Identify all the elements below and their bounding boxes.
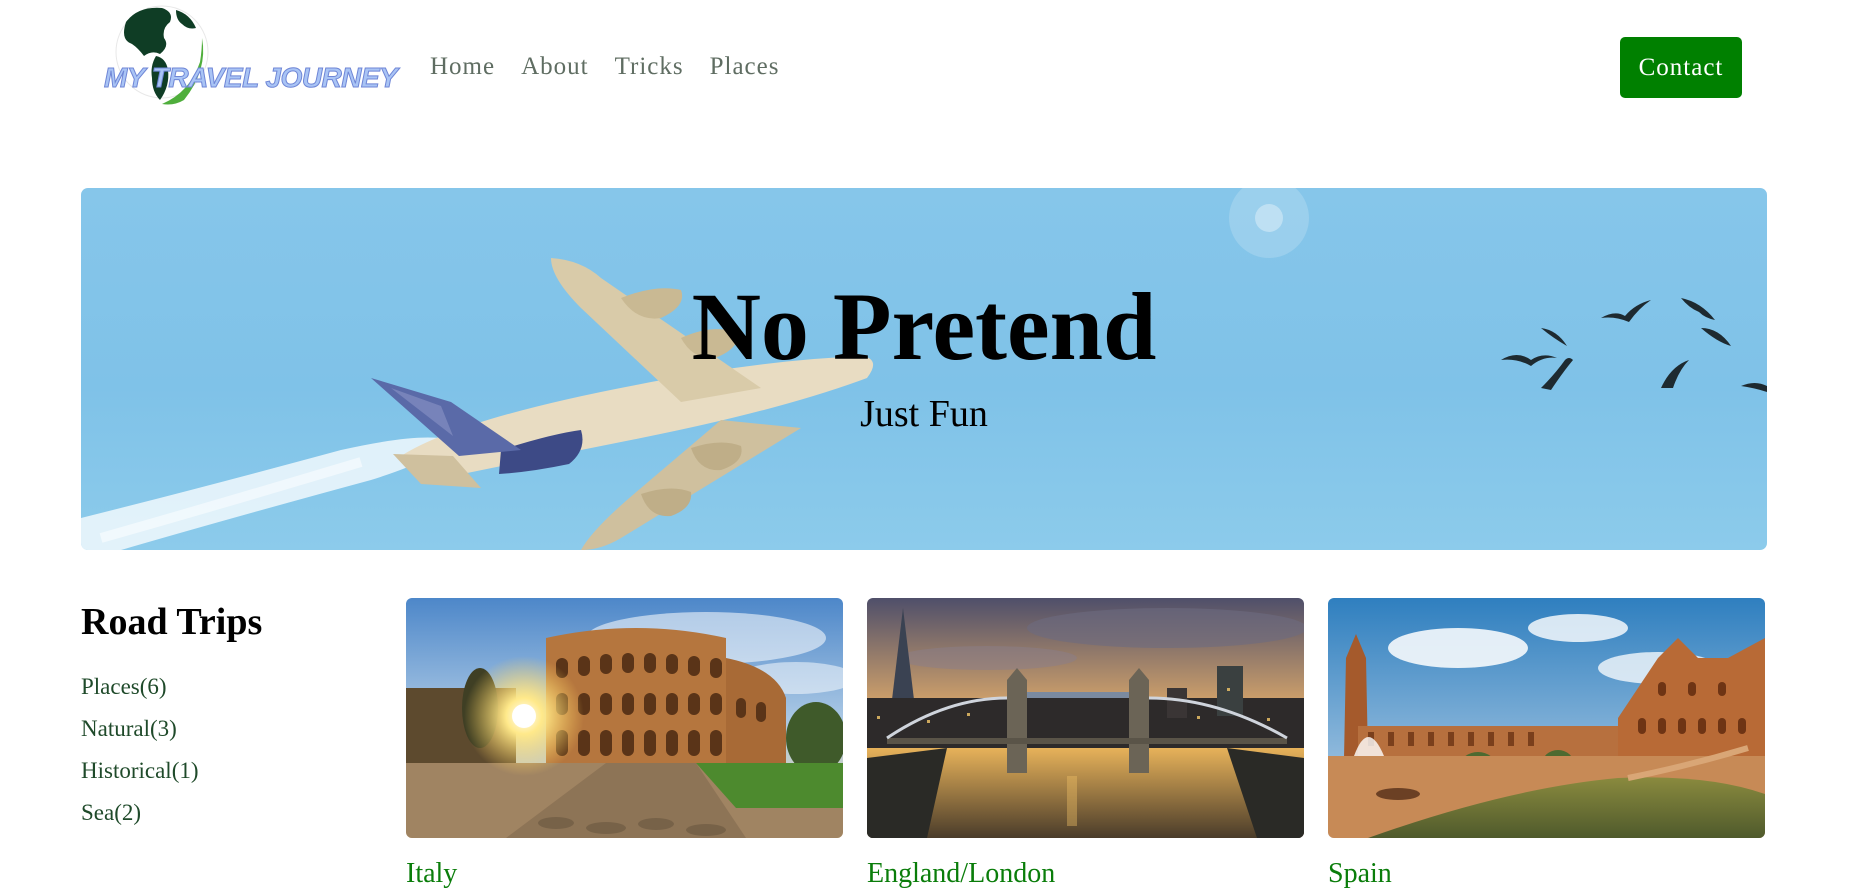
card-caption-italy[interactable]: Italy <box>406 858 843 890</box>
site-logo[interactable]: MY TRAVEL JOURNEY <box>103 0 398 108</box>
place-card-england[interactable]: England/London <box>867 598 1304 890</box>
place-card-spain[interactable]: Spain <box>1328 598 1765 890</box>
tower-bridge-photo[interactable] <box>867 598 1304 838</box>
contact-button[interactable]: Contact <box>1620 37 1742 98</box>
hero-title: No Pretend <box>691 273 1157 380</box>
hero-banner: No Pretend Just Fun <box>81 188 1767 550</box>
sidebar-item-historical[interactable]: Historical(1) <box>81 750 199 792</box>
nav-home[interactable]: Home <box>430 52 495 82</box>
sidebar-list: Places(6) Natural(3) Historical(1) Sea(2… <box>81 666 199 834</box>
nav-about[interactable]: About <box>521 52 589 82</box>
sidebar-item-sea[interactable]: Sea(2) <box>81 792 199 834</box>
sidebar-title: Road Trips <box>81 601 263 643</box>
sidebar-item-natural[interactable]: Natural(3) <box>81 708 199 750</box>
nav-places[interactable]: Places <box>710 52 780 82</box>
main-nav: Home About Tricks Places <box>430 52 779 82</box>
place-card-italy[interactable]: Italy <box>406 598 843 890</box>
card-caption-spain[interactable]: Spain <box>1328 858 1765 890</box>
hero-subtitle: Just Fun <box>860 393 988 435</box>
colosseum-photo[interactable] <box>406 598 843 838</box>
logo-text: MY TRAVEL JOURNEY <box>103 62 398 94</box>
sidebar-item-places[interactable]: Places(6) <box>81 666 199 708</box>
card-caption-england[interactable]: England/London <box>867 858 1304 890</box>
nav-tricks[interactable]: Tricks <box>615 52 684 82</box>
plaza-de-espana-photo[interactable] <box>1328 598 1765 838</box>
